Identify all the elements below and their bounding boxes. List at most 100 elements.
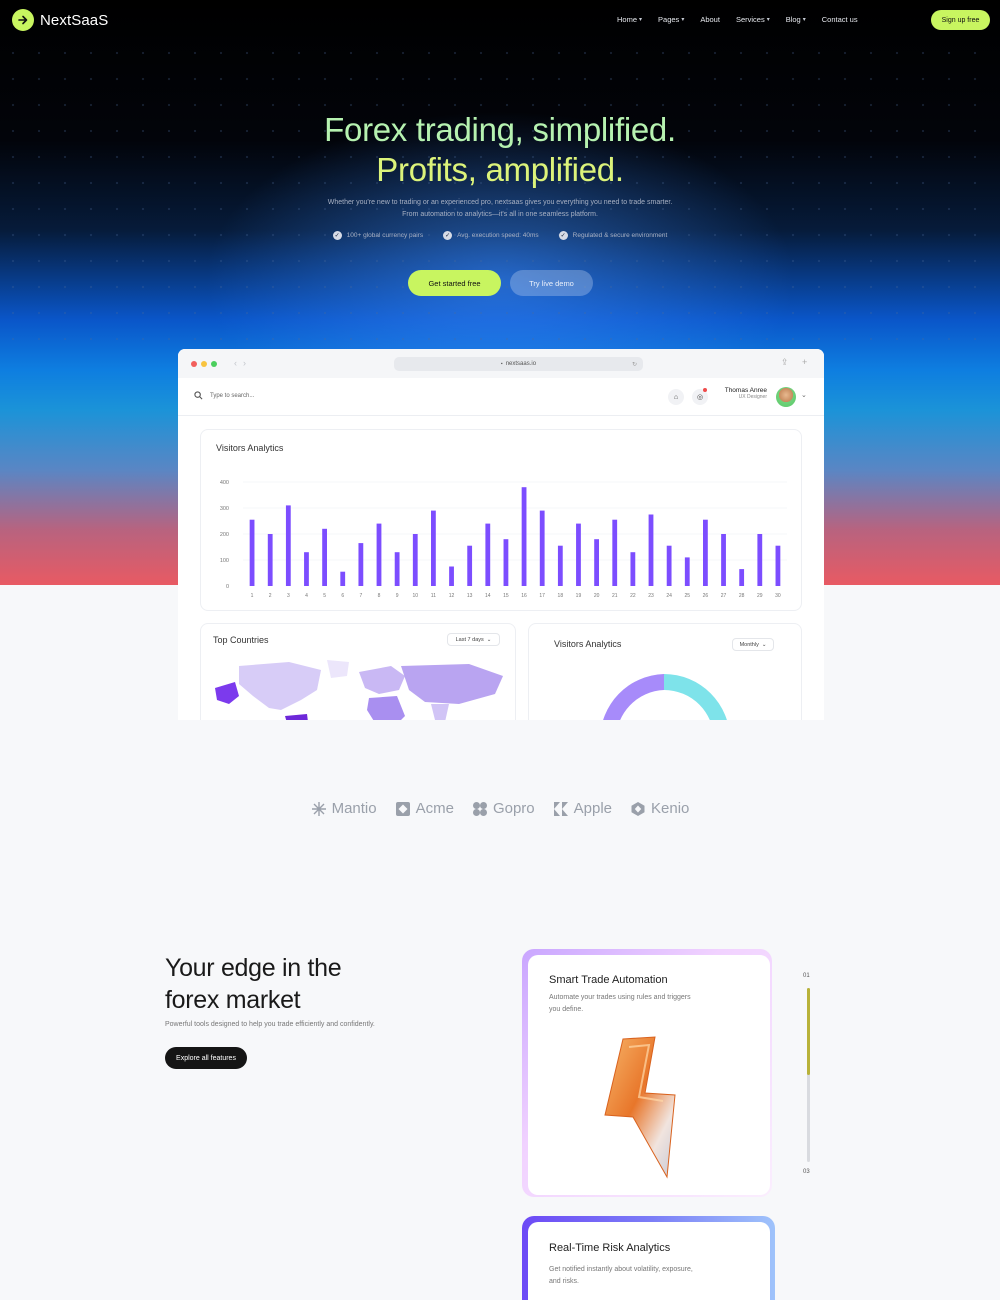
feature-card-risk-analytics[interactable]: Real-Time Risk Analytics Get notified in… (528, 1222, 770, 1300)
feature-progress-track[interactable] (807, 988, 810, 1162)
maximize-dot-icon[interactable] (211, 361, 217, 367)
x-tick-label: 14 (485, 593, 491, 599)
reload-icon[interactable]: ↻ (632, 361, 637, 368)
search-input[interactable]: Type to search... (210, 393, 254, 399)
x-tick-label: 13 (467, 593, 473, 599)
visitors-bar-chart: 01002003004001 2 3 4 5 6 7 8 9 10 11 12 13 14 15 16 17 18… (220, 480, 787, 599)
notification-dot (703, 388, 707, 392)
nav-item-pages[interactable]: Pages ▾ (658, 15, 684, 24)
nav-item-contact[interactable]: Contact us (822, 15, 858, 24)
x-tick-label: 8 (378, 593, 381, 599)
x-tick-label: 4 (305, 593, 308, 599)
nav-item-home[interactable]: Home ▾ (617, 15, 642, 24)
back-forward-icon[interactable]: ‹› (234, 358, 252, 368)
chart-bar (576, 523, 581, 586)
x-tick-label: 15 (503, 593, 509, 599)
search-bar[interactable]: Type to search... (194, 391, 254, 400)
hero-feature: ✓ 100+ global currency pairs (332, 231, 424, 240)
chart-bar (684, 557, 690, 586)
explore-features-button[interactable]: Explore all features (165, 1047, 247, 1069)
logo-apple: Apple (553, 800, 612, 817)
chevron-down-icon: ▾ (681, 17, 685, 23)
chart-bar (648, 514, 654, 586)
chevron-down-icon: ⌄ (761, 641, 767, 648)
x-tick-label: 22 (630, 593, 636, 599)
chart-bar (449, 566, 454, 586)
hero-feature-text: 100+ global currency pairs (346, 232, 424, 239)
feature-card-desc: Get notified instantly about volatility,… (549, 1266, 693, 1285)
x-tick-label: 24 (666, 593, 672, 599)
chart-bar (285, 505, 291, 586)
logo-mantio: Mantio (311, 800, 377, 817)
nav-item-label: Home (617, 15, 638, 24)
monthly-dropdown[interactable]: Monthly ⌄ (732, 638, 774, 651)
sunburst-icon (311, 801, 327, 817)
address-bar[interactable]: ▪ nextsaas.io ↻ (394, 357, 643, 371)
nav-item-blog[interactable]: Blog ▾ (786, 15, 806, 24)
y-tick-label: 0 (226, 584, 229, 590)
check-icon: ✓ (443, 231, 453, 240)
browser-toolbar: ‹› ▪ nextsaas.io ↻ ⇪ + (178, 349, 824, 378)
live-demo-button[interactable]: Try live demo (510, 270, 593, 296)
dashboard-browser-mockup: ‹› ▪ nextsaas.io ↻ ⇪ + Type to search...… (178, 349, 824, 720)
top-countries-title: Top Countries (213, 635, 269, 645)
logo-name: Apple (573, 800, 613, 817)
logo-name: Kenio (651, 800, 690, 817)
monthly-dropdown-value: Monthly (739, 641, 759, 648)
chart-bar (376, 523, 382, 586)
x-tick-label: 2 (269, 593, 272, 599)
x-tick-label: 23 (648, 593, 654, 599)
chart-bar (340, 571, 346, 586)
hero-feature-text: Avg. execution speed: 40ms (457, 232, 539, 239)
hero-title: Forex trading, simplified. Profits, ampl… (0, 110, 1000, 190)
avatar[interactable] (776, 387, 796, 407)
logo-name: Mantio (331, 800, 377, 817)
app-header: Type to search... ⌂ ◎ Thomas Anree UX De… (178, 378, 824, 416)
chart-bar (775, 545, 781, 586)
user-info[interactable]: Thomas Anree UX Designer (723, 387, 767, 400)
x-tick-label: 3 (287, 593, 290, 599)
bell-icon[interactable]: ⌂ (668, 389, 684, 405)
map-region-asia (401, 664, 503, 704)
close-dot-icon[interactable] (191, 361, 197, 367)
period-dropdown[interactable]: Last 7 days ⌄ (447, 633, 500, 646)
chart-bar (612, 519, 618, 586)
nav-item-label: Contact us (821, 15, 858, 24)
visitors-donut-chart (603, 674, 727, 720)
nav-item-about[interactable]: About (700, 15, 720, 24)
chart-bar (666, 545, 672, 586)
landing-page: NextSaaS Home ▾ Pages ▾ About Services ▾ Bl… (0, 0, 1000, 1300)
lightning-bolt-illustration (604, 1036, 676, 1179)
x-tick-label: 28 (739, 593, 745, 599)
chart-bar (394, 552, 400, 586)
chart-bar (249, 519, 255, 586)
map-region-north-america (239, 662, 321, 710)
x-tick-label: 6 (341, 593, 344, 599)
brand-logo[interactable]: NextSaaS (12, 9, 108, 31)
donut-segment-cyan (664, 674, 727, 720)
brand-name: NextSaaS (40, 11, 109, 29)
y-tick-label: 100 (220, 558, 229, 564)
minimize-dot-icon[interactable] (201, 361, 207, 367)
period-dropdown-value: Last 7 days (455, 636, 484, 643)
features-section-subtitle: Powerful tools designed to help you trad… (165, 1021, 375, 1028)
search-icon (194, 391, 203, 400)
nav-item-services[interactable]: Services ▾ (736, 15, 770, 24)
chevron-down-icon[interactable]: ⌄ (801, 391, 807, 399)
x-tick-label: 25 (684, 593, 690, 599)
hero-subtitle: Whether you're new to trading or an expe… (327, 199, 673, 218)
chevron-down-icon: ▾ (802, 17, 806, 23)
new-tab-icon[interactable]: + (802, 357, 807, 367)
logo-gopro: Gopro (472, 800, 535, 817)
feature-card-title: Real-Time Risk Analytics (549, 1242, 671, 1254)
features-section-title: Your edge in the forex market (165, 952, 342, 1016)
donut-segment-purple (603, 674, 664, 720)
hero-feature-list: ✓ 100+ global currency pairs ✓ Avg. execut… (0, 231, 1000, 240)
map-region-alaska (215, 682, 239, 704)
feature-progress-fill (807, 988, 810, 1075)
signup-button[interactable]: Sign up free (931, 10, 990, 30)
get-started-button[interactable]: Get started free (408, 270, 501, 296)
nav-item-label: Blog (785, 15, 801, 24)
share-icon[interactable]: ⇪ (781, 357, 789, 368)
feature-card-smart-trade[interactable]: Smart Trade Automation Automate your tra… (528, 955, 770, 1195)
